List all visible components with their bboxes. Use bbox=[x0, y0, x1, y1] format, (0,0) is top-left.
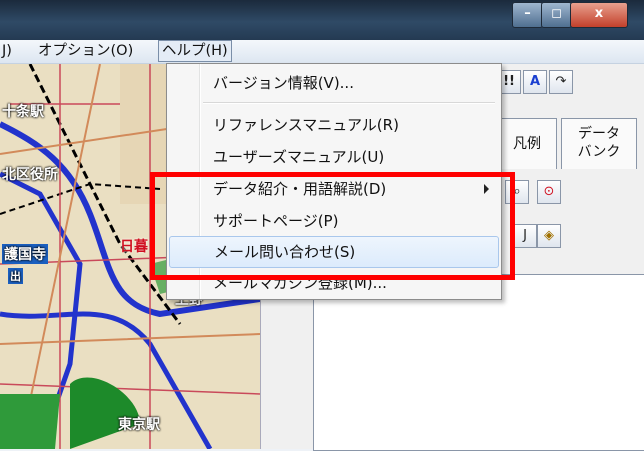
menu-options[interactable]: オプション(O) bbox=[38, 40, 133, 62]
title-bar: – ◻ x bbox=[0, 0, 644, 40]
direction-a-icon[interactable]: A bbox=[523, 70, 547, 94]
menu-bar: J) オプション(O) ヘルプ(H) bbox=[0, 40, 644, 64]
map-label-jujo: 十条駅 bbox=[2, 104, 44, 120]
map-label-nippori: 日暮 bbox=[120, 239, 148, 255]
tab-legend[interactable]: 凡例 bbox=[497, 118, 557, 169]
menu-version-info[interactable]: バージョン情報(V)... bbox=[167, 68, 501, 98]
close-button[interactable]: x bbox=[570, 2, 628, 28]
menu-reference-manual[interactable]: リファレンスマニュアル(R) bbox=[167, 110, 501, 140]
arrow-redo-icon[interactable]: ↷ bbox=[549, 70, 573, 94]
menu-help[interactable]: ヘルプ(H) bbox=[158, 40, 232, 62]
map-label-exit: 出 bbox=[8, 268, 23, 284]
map-label-gokokuji: 護国寺 bbox=[2, 244, 48, 264]
menu-item-partial[interactable]: J) bbox=[2, 40, 12, 62]
minimize-button[interactable]: – bbox=[512, 2, 543, 28]
menu-separator bbox=[203, 102, 495, 104]
map-label-kitaku: 北区役所 bbox=[2, 167, 58, 183]
jump-icon[interactable]: J bbox=[513, 224, 537, 248]
target-icon[interactable]: ⊙ bbox=[537, 180, 561, 204]
result-list[interactable] bbox=[313, 274, 644, 451]
highlight-box bbox=[150, 172, 515, 280]
tab-databank[interactable]: データ バンク bbox=[561, 118, 637, 169]
map-label-tokyo-station: 東京駅 bbox=[118, 417, 160, 433]
menu-users-manual[interactable]: ユーザーズマニュアル(U) bbox=[167, 142, 501, 172]
diamond-icon[interactable]: ◈ bbox=[537, 224, 561, 248]
maximize-button[interactable]: ◻ bbox=[541, 2, 572, 28]
